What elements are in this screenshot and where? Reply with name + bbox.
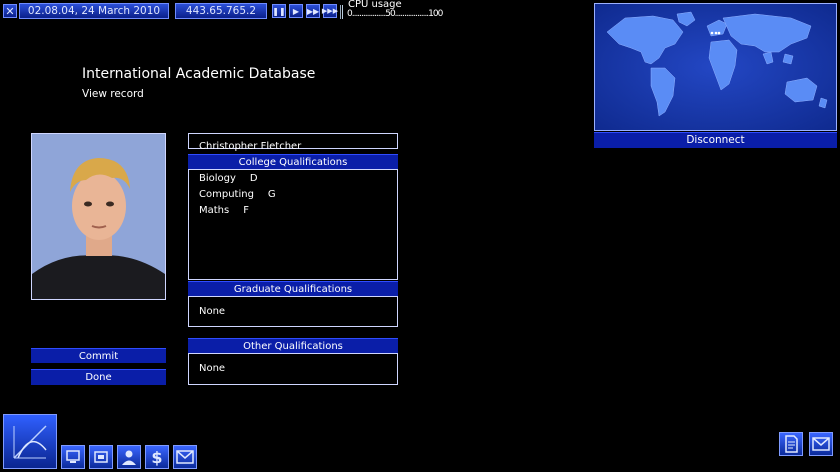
close-icon[interactable]: ✕ — [3, 4, 17, 18]
disconnect-button[interactable]: Disconnect — [594, 132, 837, 148]
cpu-level-bars — [340, 5, 345, 19]
page-subtitle: View record — [82, 88, 144, 100]
graduate-value: None — [199, 306, 225, 317]
fast-forward-icon[interactable]: ▶▶ — [306, 4, 320, 18]
subject-maths: Maths — [199, 205, 229, 221]
grade-computing: G — [268, 189, 276, 205]
graduate-qualifications-field[interactable]: None — [188, 296, 398, 327]
fastest-forward-icon[interactable]: ▶▶▶ — [323, 4, 337, 18]
person-photo — [31, 133, 166, 300]
subject-computing: Computing — [199, 189, 254, 205]
other-qualifications-field[interactable]: None — [188, 353, 398, 385]
commit-button[interactable]: Commit — [31, 348, 166, 363]
cpu-usage-scale: 0..................50..................1… — [347, 9, 442, 19]
ip-text: 443.65.765.2 — [186, 5, 256, 17]
datetime-text: 02.08.04, 24 March 2010 — [28, 5, 160, 17]
other-qualifications-header: Other Qualifications — [188, 338, 398, 353]
play-icon[interactable]: ▶ — [289, 4, 303, 18]
subject-biology: Biology — [199, 173, 236, 189]
list-item: Computing G — [199, 189, 397, 205]
list-item: Biology D — [199, 173, 397, 189]
connection-dot — [711, 32, 714, 35]
graduate-qualifications-header: Graduate Qualifications — [188, 281, 398, 296]
connection-dot — [718, 32, 721, 35]
name-field[interactable]: Christopher Fletcher — [188, 133, 398, 149]
list-item: Maths F — [199, 205, 397, 221]
datetime-display: 02.08.04, 24 March 2010 — [19, 3, 169, 19]
memory-icon[interactable] — [89, 445, 113, 469]
grade-biology: D — [250, 173, 258, 189]
pause-icon[interactable]: ❚❚ — [272, 4, 286, 18]
people-icon[interactable] — [117, 445, 141, 469]
main-menu-icon[interactable] — [3, 414, 57, 469]
email-icon[interactable] — [809, 432, 833, 456]
world-map[interactable] — [594, 3, 837, 131]
world-map-image — [595, 4, 836, 130]
page-title: International Academic Database — [82, 66, 315, 82]
portrait-image — [32, 134, 165, 299]
document-icon[interactable] — [779, 432, 803, 456]
computer-icon[interactable] — [61, 445, 85, 469]
done-button[interactable]: Done — [31, 369, 166, 385]
grade-maths: F — [243, 205, 249, 221]
college-qualifications-header: College Qualifications — [188, 154, 398, 169]
other-value: None — [199, 363, 225, 374]
college-qualifications-list: Biology D Computing G Maths F — [188, 169, 398, 280]
name-value: Christopher Fletcher — [199, 141, 301, 152]
ip-display: 443.65.765.2 — [175, 3, 267, 19]
finance-icon[interactable]: $ — [145, 445, 169, 469]
mail-icon[interactable] — [173, 445, 197, 469]
connection-dot — [715, 32, 718, 35]
